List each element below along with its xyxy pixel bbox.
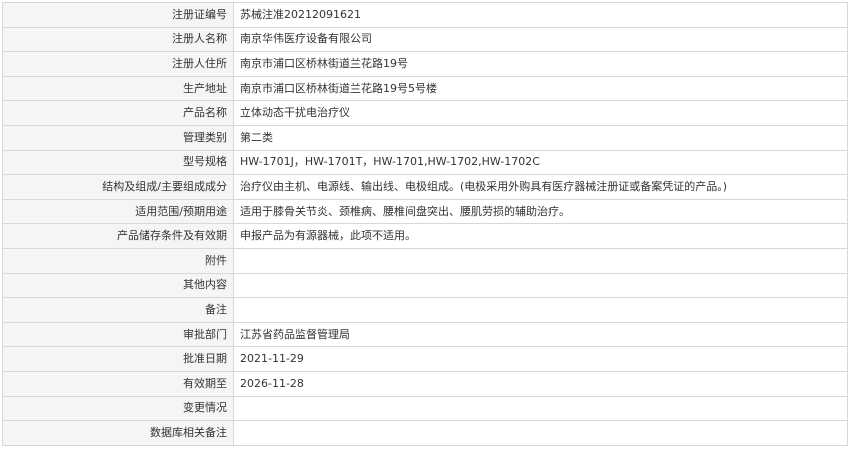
row-value: 南京市浦口区桥林街道兰花路19号 (233, 51, 848, 77)
row-label: 其他内容 (2, 272, 234, 299)
table-row: 产品储存条件及有效期 申报产品为有源器械，此项不适用。 (2, 223, 848, 249)
table-row: 型号规格 HW-1701J，HW-1701T，HW-1701,HW-1702,H… (2, 149, 848, 176)
row-label: 备注 (2, 297, 234, 323)
row-label: 管理类别 (2, 124, 234, 151)
table-row: 附件 (2, 247, 848, 274)
row-value: 苏械注准20212091621 (233, 2, 848, 28)
row-value: 第二类 (233, 124, 848, 151)
row-value (233, 420, 848, 446)
row-value: 治疗仪由主机、电源线、输出线、电极组成。(电极采用外购具有医疗器械注册证或备案凭… (233, 174, 848, 200)
row-label: 审批部门 (2, 321, 234, 348)
row-value: 江苏省药品监督管理局 (233, 321, 848, 348)
row-value: 2026-11-28 (233, 370, 848, 397)
table-row: 其他内容 (2, 272, 848, 299)
table-row: 备注 (2, 297, 848, 323)
row-value (233, 247, 848, 274)
row-label: 产品名称 (2, 100, 234, 126)
row-label: 结构及组成/主要组成成分 (2, 174, 234, 200)
row-label: 注册证编号 (2, 2, 234, 28)
table-row: 数据库相关备注 (2, 420, 848, 446)
row-value: HW-1701J，HW-1701T，HW-1701,HW-1702,HW-170… (233, 149, 848, 176)
row-label: 附件 (2, 247, 234, 274)
table-row: 管理类别 第二类 (2, 124, 848, 151)
row-label: 适用范围/预期用途 (2, 198, 234, 225)
row-label: 注册人住所 (2, 51, 234, 77)
row-label: 批准日期 (2, 346, 234, 372)
row-label: 变更情况 (2, 395, 234, 422)
row-value: 立体动态干扰电治疗仪 (233, 100, 848, 126)
table-row: 注册证编号 苏械注准20212091621 (2, 2, 848, 28)
row-value: 适用于膝骨关节炎、颈椎病、腰椎间盘突出、腰肌劳损的辅助治疗。 (233, 198, 848, 225)
row-label: 数据库相关备注 (2, 420, 234, 446)
row-value (233, 272, 848, 299)
row-label: 注册人名称 (2, 26, 234, 53)
row-label: 生产地址 (2, 75, 234, 102)
table-row: 变更情况 (2, 395, 848, 422)
table-row: 审批部门 江苏省药品监督管理局 (2, 321, 848, 348)
row-label: 产品储存条件及有效期 (2, 223, 234, 249)
table-row: 产品名称 立体动态干扰电治疗仪 (2, 100, 848, 126)
table-row: 注册人名称 南京华伟医疗设备有限公司 (2, 26, 848, 53)
table-row: 生产地址 南京市浦口区桥林街道兰花路19号5号楼 (2, 75, 848, 102)
table-row: 适用范围/预期用途 适用于膝骨关节炎、颈椎病、腰椎间盘突出、腰肌劳损的辅助治疗。 (2, 198, 848, 225)
registration-record-table: 注册证编号 苏械注准20212091621 注册人名称 南京华伟医疗设备有限公司… (2, 2, 848, 446)
table-row: 有效期至 2026-11-28 (2, 370, 848, 397)
table-row: 注册人住所 南京市浦口区桥林街道兰花路19号 (2, 51, 848, 77)
row-value: 申报产品为有源器械，此项不适用。 (233, 223, 848, 249)
row-value: 南京市浦口区桥林街道兰花路19号5号楼 (233, 75, 848, 102)
row-label: 有效期至 (2, 370, 234, 397)
row-value (233, 297, 848, 323)
row-value: 2021-11-29 (233, 346, 848, 372)
row-value (233, 395, 848, 422)
row-value: 南京华伟医疗设备有限公司 (233, 26, 848, 53)
table-row: 批准日期 2021-11-29 (2, 346, 848, 372)
row-label: 型号规格 (2, 149, 234, 176)
table-row: 结构及组成/主要组成成分 治疗仪由主机、电源线、输出线、电极组成。(电极采用外购… (2, 174, 848, 200)
record-table-body: 注册证编号 苏械注准20212091621 注册人名称 南京华伟医疗设备有限公司… (2, 2, 848, 446)
